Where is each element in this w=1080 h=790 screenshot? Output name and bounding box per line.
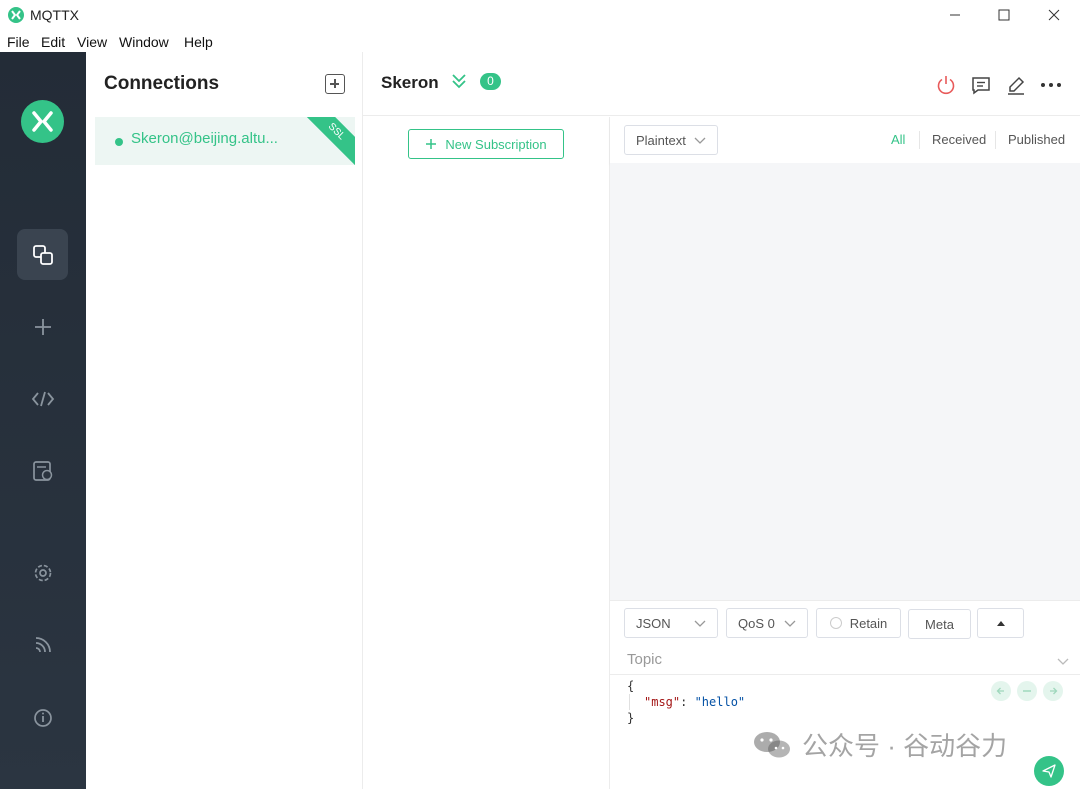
messages-panel: Plaintext All Received Published JSON Qo… <box>610 117 1080 790</box>
subscribe-icon[interactable] <box>17 619 68 670</box>
publish-format-select[interactable]: JSON <box>624 608 718 638</box>
message-list[interactable] <box>610 163 1080 600</box>
power-icon[interactable] <box>935 74 957 96</box>
payload-format-select[interactable]: Plaintext <box>624 125 718 155</box>
comment-icon[interactable] <box>970 74 992 96</box>
log-icon[interactable] <box>17 445 68 496</box>
filter-published-tab[interactable]: Published <box>1008 132 1065 147</box>
chevron-down-icon <box>694 620 706 627</box>
connection-title: Skeron <box>381 73 439 92</box>
payload-line: } <box>627 711 635 725</box>
checkbox-icon <box>829 617 842 629</box>
title-bar: MQTTX <box>0 0 1080 30</box>
arrow-left-icon[interactable] <box>991 681 1011 701</box>
topic-input[interactable]: Topic <box>627 651 662 668</box>
send-icon <box>1042 764 1056 778</box>
more-icon[interactable] <box>1040 74 1062 96</box>
info-icon[interactable] <box>17 692 68 743</box>
chevron-down-icon[interactable] <box>1056 654 1070 668</box>
status-dot <box>115 138 123 146</box>
divider <box>610 674 1080 675</box>
connections-title: Connections <box>104 73 220 94</box>
qos-value: QoS 0 <box>738 616 775 631</box>
connection-item[interactable]: Skeron@beijing.altu... SSL <box>95 117 355 165</box>
watermark-text: 公众号 · 谷动谷力 <box>802 731 1008 761</box>
menu-window[interactable]: Window <box>119 34 169 50</box>
menu-file[interactable]: File <box>7 34 30 50</box>
close-icon[interactable] <box>1031 0 1077 30</box>
script-icon[interactable] <box>17 373 68 424</box>
meta-label: Meta <box>925 616 954 632</box>
expand-button[interactable] <box>977 608 1024 638</box>
maximize-icon[interactable] <box>981 0 1027 30</box>
message-filter-bar: Plaintext All Received Published <box>610 117 1080 163</box>
meta-button[interactable]: Meta <box>908 609 971 639</box>
connection-header: Skeron 0 <box>363 52 1080 116</box>
payload-format-value: Plaintext <box>636 133 686 148</box>
arrow-right-icon[interactable] <box>1043 681 1063 701</box>
payload-line: { <box>627 679 635 693</box>
menu-help[interactable]: Help <box>184 34 213 50</box>
connections-panel: Connections Skeron@beijing.altu... SSL <box>86 52 363 789</box>
minimize-icon[interactable] <box>932 0 978 30</box>
chevron-down-icon <box>784 620 796 627</box>
app-title: MQTTX <box>30 7 79 23</box>
retain-checkbox[interactable]: Retain <box>816 608 901 638</box>
chevron-down-icon <box>694 137 706 144</box>
nav-sidebar <box>0 52 86 789</box>
filter-received-tab[interactable]: Received <box>932 132 986 147</box>
retain-label: Retain <box>849 615 888 631</box>
caret-up-icon <box>996 621 1005 626</box>
divider <box>995 131 996 149</box>
message-count-badge: 0 <box>480 73 501 90</box>
menu-view[interactable]: View <box>77 34 107 50</box>
payload-line-content: "msg": "hello" <box>644 695 746 709</box>
send-button[interactable] <box>1034 756 1064 786</box>
minus-icon[interactable] <box>1017 681 1037 701</box>
edit-icon[interactable] <box>1005 74 1027 96</box>
filter-all-tab[interactable]: All <box>891 132 905 147</box>
wechat-icon <box>754 731 790 757</box>
divider <box>919 131 920 149</box>
gear-icon[interactable] <box>17 547 68 598</box>
subscriptions-panel: New Subscription <box>363 117 610 789</box>
app-logo-icon <box>8 7 24 23</box>
publish-format-value: JSON <box>636 616 671 631</box>
connection-name: Skeron@beijing.altu... <box>131 130 278 147</box>
add-connection-icon[interactable] <box>325 74 345 94</box>
double-chevron-down-icon[interactable] <box>451 73 467 94</box>
new-subscription-label: New Subscription <box>445 136 547 152</box>
connections-icon[interactable] <box>17 229 68 280</box>
payload-editor[interactable]: { "msg": "hello" } <box>627 678 745 726</box>
watermark: 公众号 · 谷动谷力 <box>752 726 1007 763</box>
mqttx-logo-icon <box>21 100 64 143</box>
plus-icon <box>426 139 437 149</box>
new-subscription-button[interactable]: New Subscription <box>408 129 564 159</box>
plus-icon[interactable] <box>17 301 68 352</box>
menu-bar: File Edit View Window Help <box>0 30 1080 52</box>
qos-select[interactable]: QoS 0 <box>726 608 808 638</box>
payload-line: "msg": "hello" <box>629 694 745 710</box>
menu-edit[interactable]: Edit <box>41 34 65 50</box>
ssl-tag: SSL <box>297 117 355 165</box>
